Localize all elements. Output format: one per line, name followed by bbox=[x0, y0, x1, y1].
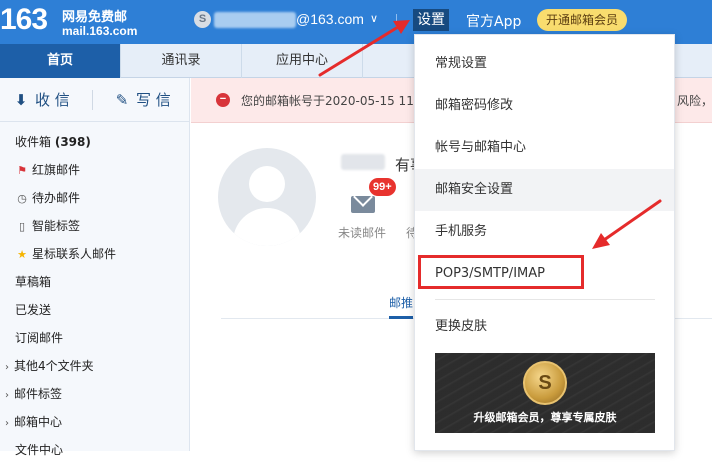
chevron-down-icon[interactable]: ∨ bbox=[370, 12, 378, 25]
coin-icon: S bbox=[523, 361, 567, 405]
write-label: 写 信 bbox=[136, 91, 171, 109]
banner-text: 升级邮箱会员，尊享专属皮肤 bbox=[473, 411, 617, 424]
settings-link[interactable]: 设置 bbox=[413, 9, 449, 31]
folder-label: 草稿箱 bbox=[15, 275, 52, 289]
chevron-right-icon[interactable]: › bbox=[0, 410, 14, 438]
menu-mobile-service[interactable]: 手机服务 bbox=[415, 211, 674, 253]
account-domain[interactable]: @163.com bbox=[296, 11, 364, 27]
account-name-redacted bbox=[214, 12, 296, 28]
tab-app-center[interactable]: 应用中心 bbox=[242, 44, 363, 78]
folder-mail-tags[interactable]: › 邮件标签 bbox=[0, 380, 190, 408]
write-button[interactable]: ✎ 写 信 bbox=[113, 89, 171, 111]
vip-skin-banner[interactable]: S 升级邮箱会员，尊享专属皮肤 bbox=[435, 353, 655, 433]
menu-account-center[interactable]: 帐号与邮箱中心 bbox=[415, 127, 674, 169]
folder-label: 收件箱 bbox=[15, 135, 52, 149]
menu-change-skin[interactable]: 更换皮肤 bbox=[415, 306, 674, 348]
tab-home[interactable]: 首页 bbox=[0, 44, 121, 78]
inbox-count: (398) bbox=[54, 135, 91, 149]
receive-button[interactable]: ⬇ 收 信 bbox=[12, 89, 70, 111]
folder-mailbox-center[interactable]: › 邮箱中心 bbox=[0, 408, 190, 436]
compose-row: ⬇ 收 信 ✎ 写 信 bbox=[0, 78, 190, 122]
chevron-right-icon[interactable]: › bbox=[0, 382, 14, 410]
logo-domain[interactable]: mail.163.com bbox=[62, 24, 137, 38]
unread-badge: 99+ bbox=[369, 178, 396, 196]
folder-label: 订阅邮件 bbox=[15, 331, 64, 345]
folder-other-folders[interactable]: › 其他4个文件夹 bbox=[0, 352, 190, 380]
recommend-tab[interactable]: 邮推 bbox=[389, 294, 413, 311]
menu-general-settings[interactable]: 常规设置 bbox=[415, 43, 674, 85]
unread-mail-link[interactable]: 未读邮件 bbox=[338, 224, 386, 241]
download-icon: ⬇ bbox=[14, 91, 28, 109]
chevron-right-icon[interactable]: › bbox=[0, 354, 14, 382]
alert-text-right: 风险，请 bbox=[677, 94, 712, 108]
envelope-icon[interactable] bbox=[351, 196, 375, 213]
folder-sent[interactable]: 已发送 bbox=[0, 296, 190, 324]
menu-security-settings[interactable]: 邮箱安全设置 bbox=[415, 169, 674, 211]
folder-label: 文件中心 bbox=[15, 443, 64, 457]
menu-divider bbox=[435, 299, 655, 300]
settings-dropdown: 常规设置 邮箱密码修改 帐号与邮箱中心 邮箱安全设置 手机服务 POP3/SMT… bbox=[414, 34, 675, 451]
tag-icon: ▯ bbox=[18, 220, 26, 233]
folder-label: 红旗邮件 bbox=[32, 163, 81, 177]
folder-label: 待办邮件 bbox=[32, 191, 81, 205]
receive-label: 收 信 bbox=[35, 91, 70, 109]
alert-text: 您的邮箱帐号于2020-05-15 11: bbox=[241, 94, 418, 108]
warning-icon: − bbox=[216, 93, 230, 107]
folder-label: 星标联系人邮件 bbox=[32, 247, 117, 261]
folder-subscriptions[interactable]: 订阅邮件 bbox=[0, 324, 190, 352]
clock-icon: ◷ bbox=[17, 192, 27, 205]
folder-drafts[interactable]: 草稿箱 bbox=[0, 268, 190, 296]
folder-inbox[interactable]: 收件箱 (398) bbox=[0, 128, 190, 156]
folder-flagged[interactable]: ⚑ 红旗邮件 bbox=[0, 156, 190, 184]
avatar-head bbox=[249, 166, 285, 202]
vip-upgrade-button[interactable]: 开通邮箱会员 bbox=[537, 9, 628, 31]
menu-password-change[interactable]: 邮箱密码修改 bbox=[415, 85, 674, 127]
folder-label: 其他4个文件夹 bbox=[14, 359, 94, 373]
compose-divider bbox=[92, 90, 93, 110]
coin-icon[interactable]: S bbox=[194, 11, 211, 28]
flag-icon: ⚑ bbox=[17, 164, 27, 177]
folder-label: 已发送 bbox=[15, 303, 52, 317]
folder-todo[interactable]: ◷ 待办邮件 bbox=[0, 184, 190, 212]
recommend-underline bbox=[389, 316, 413, 319]
folder-starred-contacts[interactable]: ★ 星标联系人邮件 bbox=[0, 240, 190, 268]
logo-name[interactable]: 网易免费邮 bbox=[62, 6, 127, 25]
username-redacted bbox=[341, 154, 385, 170]
logo-number[interactable]: 163 bbox=[0, 3, 48, 37]
folder-label: 邮箱中心 bbox=[14, 415, 63, 429]
folder-file-center[interactable]: 文件中心 bbox=[0, 436, 190, 464]
star-icon: ★ bbox=[17, 248, 27, 261]
folder-label: 邮件标签 bbox=[14, 387, 63, 401]
avatar-body bbox=[233, 208, 301, 246]
official-app-link[interactable]: 官方App bbox=[466, 11, 521, 31]
sidebar: ⬇ 收 信 ✎ 写 信 收件箱 (398) ⚑ 红旗邮件 ◷ 待办邮件 ▯ 智能标签 ★ 星… bbox=[0, 78, 190, 457]
edit-icon: ✎ bbox=[115, 91, 129, 109]
folder-label: 智能标签 bbox=[32, 219, 81, 233]
pop3-highlight-box bbox=[418, 255, 584, 289]
header-divider bbox=[396, 14, 397, 28]
folder-smart-tags[interactable]: ▯ 智能标签 bbox=[0, 212, 190, 240]
avatar[interactable] bbox=[218, 148, 316, 246]
tab-contacts[interactable]: 通讯录 bbox=[121, 44, 242, 78]
